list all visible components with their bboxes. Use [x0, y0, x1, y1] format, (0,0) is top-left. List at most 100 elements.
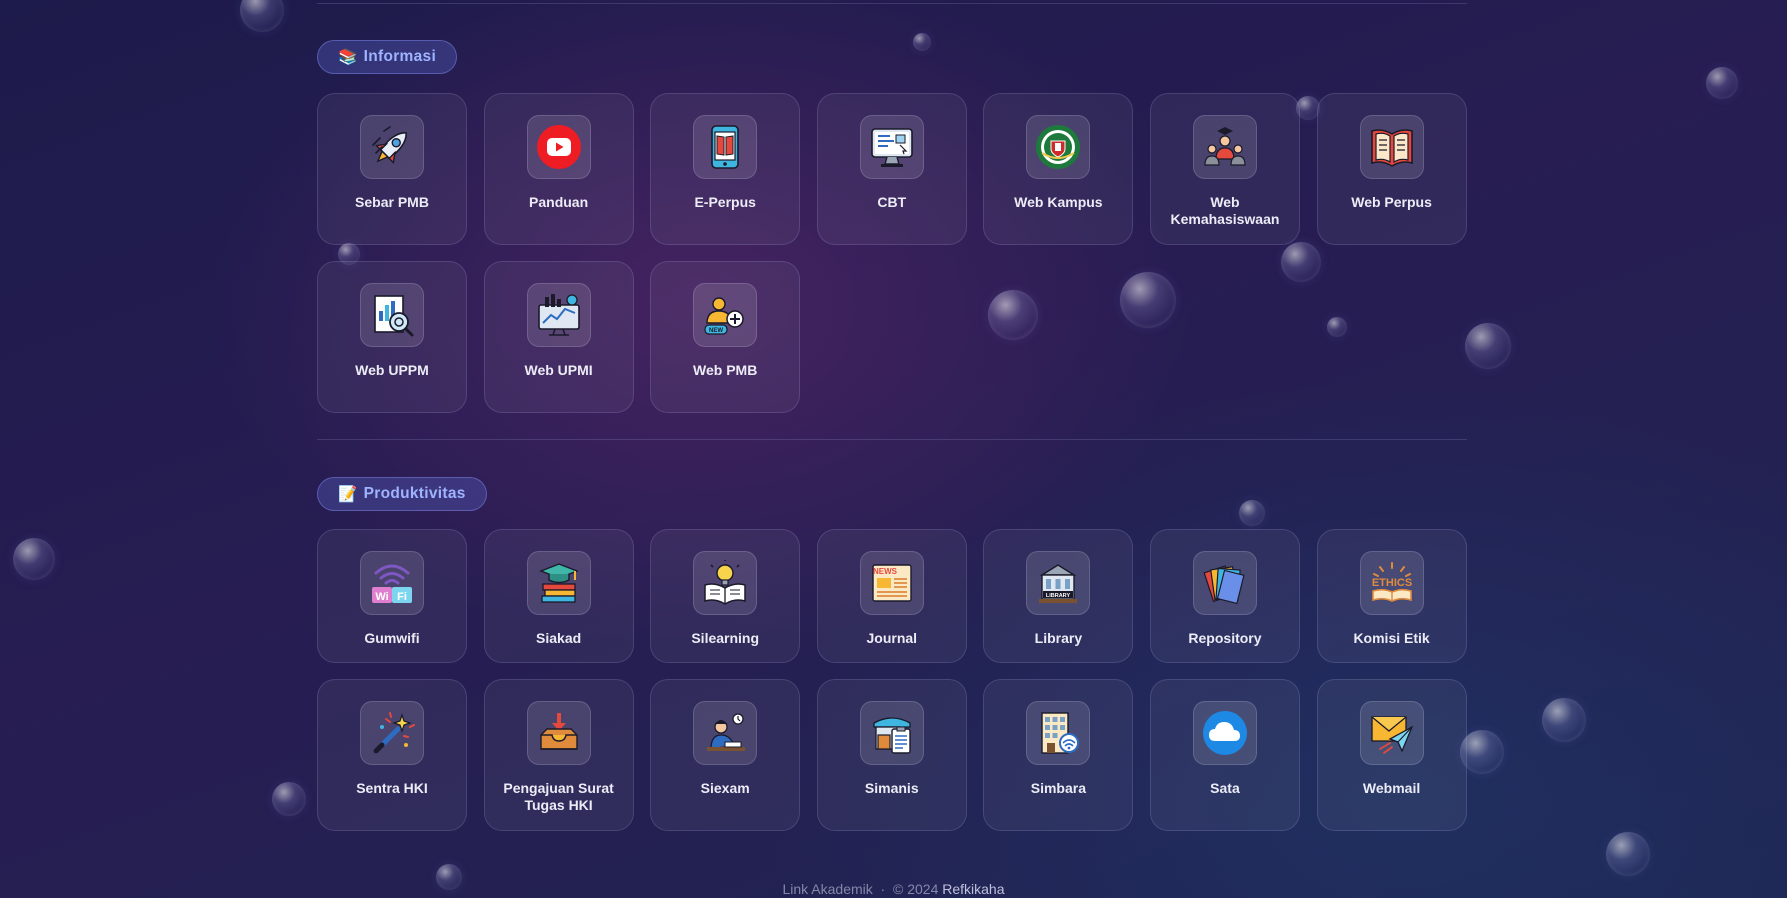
link-card-sata[interactable]: Sata: [1149, 679, 1300, 831]
open-book-icon: [1359, 115, 1424, 179]
campus-logo-icon: [1026, 115, 1091, 179]
bubble: [1706, 67, 1738, 99]
link-card-web-uppm[interactable]: Web UPPM: [317, 261, 467, 413]
bubble: [272, 782, 306, 816]
computer-test-icon: [859, 115, 924, 179]
card-label: Web Perpus: [1351, 194, 1432, 210]
bubble: [1460, 730, 1504, 774]
link-card-web-pmb[interactable]: NEW Web PMB: [650, 261, 801, 413]
section-title: Informasi: [363, 48, 437, 65]
footer-separator: ·: [880, 881, 886, 897]
youtube-icon: [526, 115, 591, 179]
card-label: Siakad: [536, 630, 582, 646]
monitor-chart-icon: [526, 283, 591, 347]
lightbulb-book-icon: [693, 551, 758, 615]
link-card-siakad[interactable]: Siakad: [483, 529, 634, 663]
link-card-e-perpus[interactable]: E-Perpus: [650, 93, 801, 245]
students-icon: [1192, 115, 1257, 179]
new-user-icon: NEW: [693, 283, 758, 347]
link-card-pengajuan-surat-tugas-hki[interactable]: Pengajuan Surat Tugas HKI: [483, 679, 634, 831]
ebook-icon: [693, 115, 758, 179]
ethics-icon: ETHICS: [1359, 551, 1424, 615]
card-label: Gumwifi: [364, 630, 420, 646]
newspaper-icon: NEWS: [859, 551, 924, 615]
card-label: Library: [1034, 630, 1083, 646]
card-label: Web UPMI: [524, 362, 593, 378]
card-label: Silearning: [691, 630, 760, 646]
card-label: Sebar PMB: [355, 194, 429, 210]
card-label: Web Kemahasiswaan: [1170, 194, 1280, 227]
books-emoji-icon: 📚: [338, 48, 358, 66]
store-clipboard-icon: [859, 701, 924, 765]
link-card-web-kemahasiswaan[interactable]: Web Kemahasiswaan: [1149, 93, 1300, 245]
card-label: Pengajuan Surat Tugas HKI: [503, 780, 614, 813]
card-label: Siexam: [700, 780, 750, 796]
link-card-silearning[interactable]: Silearning: [650, 529, 801, 663]
svg-text:Wi: Wi: [375, 591, 388, 603]
link-card-repository[interactable]: Repository: [1149, 529, 1300, 663]
section-badge-produktivitas: 📝 Produktivitas: [317, 477, 487, 511]
section-title: Produktivitas: [363, 485, 466, 502]
svg-text:NEWS: NEWS: [873, 567, 898, 576]
magic-wand-icon: [360, 701, 424, 765]
footer-copyright: © 2024: [893, 881, 939, 897]
bubble: [13, 538, 55, 580]
graduation-books-icon: [526, 551, 591, 615]
card-label: Webmail: [1362, 780, 1421, 796]
link-card-siexam[interactable]: Siexam: [650, 679, 801, 831]
folders-icon: [1192, 551, 1257, 615]
card-label: Panduan: [529, 194, 589, 210]
footer: Link Akademik · © 2024 Refkikaha: [0, 881, 1787, 897]
card-label: Sata: [1210, 780, 1240, 796]
link-card-sebar-pmb[interactable]: Sebar PMB: [317, 93, 467, 245]
card-label: Simbara: [1030, 780, 1086, 796]
card-label: E-Perpus: [694, 194, 756, 210]
svg-text:ETHICS: ETHICS: [1371, 577, 1411, 589]
link-card-simbara[interactable]: Simbara: [983, 679, 1134, 831]
exam-student-icon: [693, 701, 758, 765]
section-badge-informasi: 📚 Informasi: [317, 40, 458, 74]
research-icon: [360, 283, 424, 347]
card-label: Sentra HKI: [356, 780, 428, 796]
link-card-web-upmi[interactable]: Web UPMI: [483, 261, 634, 413]
card-label: CBT: [877, 194, 907, 210]
card-label: Repository: [1188, 630, 1262, 646]
svg-text:LIBRARY: LIBRARY: [1046, 593, 1071, 599]
link-card-gumwifi[interactable]: Wi Fi Gumwifi: [317, 529, 467, 663]
top-divider: [317, 3, 1467, 4]
section-divider: [317, 439, 1467, 440]
cloud-icon: [1192, 701, 1257, 765]
mail-send-icon: [1359, 701, 1424, 765]
link-card-cbt[interactable]: CBT: [816, 93, 967, 245]
link-card-komisi-etik[interactable]: ETHICS Komisi Etik: [1316, 529, 1467, 663]
link-card-web-kampus[interactable]: Web Kampus: [983, 93, 1134, 245]
link-card-sentra-hki[interactable]: Sentra HKI: [317, 679, 467, 831]
card-label: Web Kampus: [1014, 194, 1103, 210]
card-label: Web UPPM: [355, 362, 429, 378]
bubble: [1465, 323, 1511, 369]
bubble: [240, 0, 284, 32]
inbox-download-icon: [526, 701, 591, 765]
memo-emoji-icon: 📝: [338, 485, 358, 503]
wifi-icon: Wi Fi: [360, 551, 424, 615]
link-card-simanis[interactable]: Simanis: [816, 679, 967, 831]
produktivitas-grid: Wi Fi Gumwifi Siakad Silearning NEWS Jour…: [317, 529, 1467, 831]
link-card-panduan[interactable]: Panduan: [483, 93, 634, 245]
svg-text:NEW: NEW: [709, 328, 723, 334]
bubble: [913, 33, 931, 51]
card-label: Komisi Etik: [1353, 630, 1430, 646]
hotel-building-icon: [1026, 701, 1091, 765]
link-card-webmail[interactable]: Webmail: [1316, 679, 1467, 831]
link-card-library[interactable]: LIBRARY Library: [983, 529, 1134, 663]
card-label: Web PMB: [693, 362, 758, 378]
footer-brand-link[interactable]: Refkikaha: [942, 881, 1004, 897]
card-label: Journal: [866, 630, 918, 646]
bubble: [1542, 698, 1586, 742]
bubble: [1239, 500, 1265, 526]
footer-app-name: Link Akademik: [782, 881, 873, 897]
link-card-journal[interactable]: NEWS Journal: [816, 529, 967, 663]
link-card-web-perpus[interactable]: Web Perpus: [1316, 93, 1467, 245]
card-label: Simanis: [864, 780, 919, 796]
informasi-grid: Sebar PMB Panduan E-Perpus CBT Web Kampu…: [317, 93, 1467, 413]
bubble: [1606, 832, 1650, 876]
